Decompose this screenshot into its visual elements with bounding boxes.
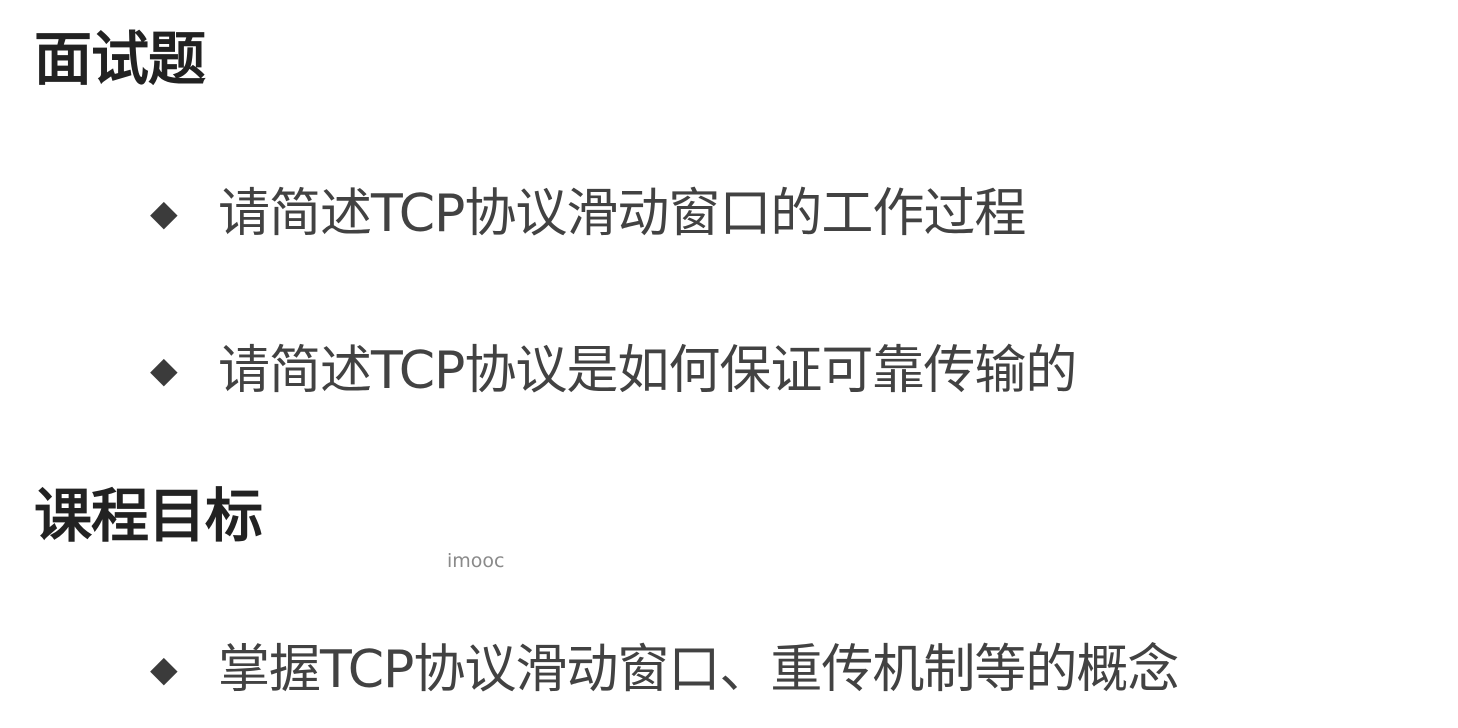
list-item-text: 请简述TCP协议滑动窗口的工作过程 xyxy=(218,184,1026,244)
list-item: ◆ 请简述TCP协议是如何保证可靠传输的 xyxy=(150,341,1077,401)
watermark-text: imooc xyxy=(447,550,505,572)
diamond-bullet-icon: ◆ xyxy=(150,649,178,690)
diamond-bullet-icon: ◆ xyxy=(150,350,178,391)
list-item: ◆ 掌握TCP协议滑动窗口、重传机制等的概念 xyxy=(150,640,1179,700)
list-item-text: 掌握TCP协议滑动窗口、重传机制等的概念 xyxy=(218,640,1179,700)
section-title-course-goals: 课程目标 xyxy=(34,482,263,550)
diamond-bullet-icon: ◆ xyxy=(150,193,178,234)
list-item-text: 请简述TCP协议是如何保证可靠传输的 xyxy=(218,341,1077,401)
section-title-interview-questions: 面试题 xyxy=(34,25,206,93)
list-item: ◆ 请简述TCP协议滑动窗口的工作过程 xyxy=(150,184,1026,244)
